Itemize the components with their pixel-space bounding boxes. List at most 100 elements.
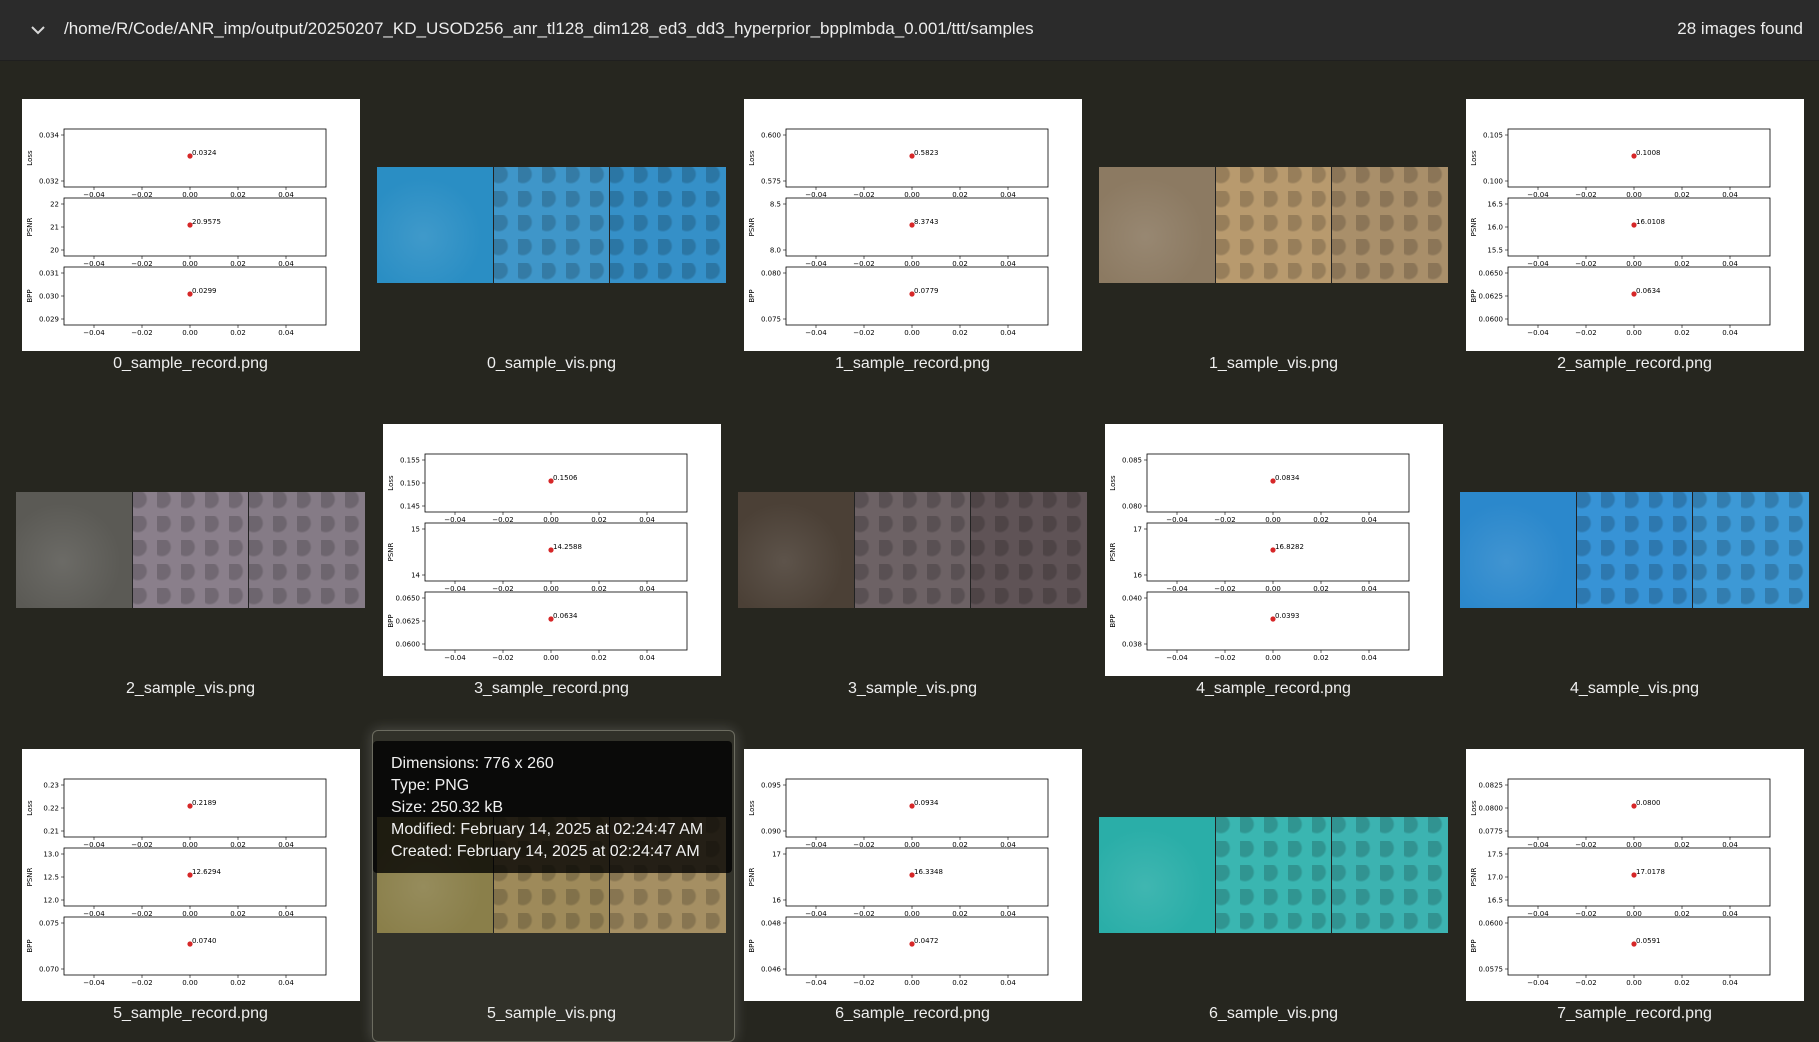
gallery-item[interactable]: 2_sample_vis.png	[10, 398, 371, 698]
axes-frame	[785, 266, 1048, 326]
file-name: 3_sample_record.png	[474, 680, 629, 697]
y-tick-label: 0.0600	[1478, 920, 1503, 928]
axes-frame	[1507, 197, 1770, 257]
x-tick-label: −0.02	[1575, 329, 1596, 337]
gallery-item[interactable]: 3_sample_vis.png	[732, 398, 1093, 698]
y-tick-label: 0.150	[399, 480, 419, 488]
data-label: 0.0472	[914, 937, 939, 945]
tooltip-modified: Modified: February 14, 2025 at 02:24:47 …	[391, 821, 704, 838]
subplot-loss: Loss0.0850.080−0.04 −0.02 0.00 0.02 0.040.08…	[1109, 453, 1409, 524]
gallery-item[interactable]: Loss 0.085 0.080 −0.04 −0.02 0.00 0.02 0.04 0.08…	[1093, 398, 1454, 698]
x-tick-label: −0.02	[1214, 654, 1235, 662]
axes-frame	[1507, 778, 1770, 838]
y-tick-label: 0.22	[43, 805, 59, 813]
x-tick-label: 0.00	[182, 979, 198, 987]
y-tick-label: 8.5	[769, 201, 780, 209]
record-thumbnail: Loss 0.600 0.575 −0.04 −0.02 0.00 0.02 0.04 0.58…	[743, 99, 1082, 351]
y-axis-label: BPP	[1109, 614, 1117, 627]
x-tick-label: 0.04	[1000, 979, 1016, 987]
y-axis-label: Loss	[1470, 150, 1478, 166]
subplot-bpp: BPP 0.0600 0.0575 −0.04 −0.02 0.00 0.02 0.04 0.0…	[1470, 916, 1770, 987]
y-axis-label: PSNR	[26, 867, 34, 886]
gallery-item[interactable]: 1_sample_vis.png	[1093, 73, 1454, 373]
x-tick-label: −0.02	[853, 329, 874, 337]
y-tick-label: 13.0	[43, 851, 59, 859]
y-tick-label: 0.029	[38, 316, 58, 324]
y-tick-label: 0.075	[760, 316, 780, 324]
y-tick-label: 0.600	[760, 132, 780, 140]
x-tick-label: 0.02	[1674, 979, 1690, 987]
y-tick-label: 0.21	[43, 828, 59, 836]
x-tick-label: −0.04	[444, 654, 466, 662]
gallery-item[interactable]: Loss 0.095 0.090 −0.04 −0.02 0.00 0.02 0.04 0.09…	[732, 723, 1093, 1023]
chevron-down-icon[interactable]	[28, 20, 48, 40]
subplot-bpp: BPP 0.080 0.075 −0.04 −0.02 0.00 0.02 0.04 0.077…	[748, 266, 1048, 337]
original-panel	[1460, 492, 1577, 608]
record-chart: Loss 0.105 0.100 −0.04 −0.02 0.00 0.02 0.04 0.10…	[1470, 128, 1770, 337]
x-tick-label: 0.02	[1674, 329, 1690, 337]
enhanced-panel	[610, 167, 727, 283]
gallery-item[interactable]: Loss 0.155 0.150 0.145 −0.04 −0.02 0.00 0.02 0.0…	[371, 398, 732, 698]
y-tick-label: 22	[50, 201, 59, 209]
file-name: 6_sample_record.png	[835, 1005, 990, 1022]
record-chart: Loss 0.600 0.575 −0.04 −0.02 0.00 0.02 0.04 0.58…	[748, 128, 1048, 337]
reconstruction-panel	[854, 492, 972, 608]
y-axis-label: PSNR	[1470, 217, 1478, 236]
gallery-item[interactable]: Loss 0.0825 0.0800 0.0775 −0.04 −0.02 0.00 0.02…	[1454, 723, 1815, 1023]
data-label: 0.0800	[1636, 799, 1661, 807]
record-thumbnail: Loss 0.095 0.090 −0.04 −0.02 0.00 0.02 0.04 0.09…	[743, 749, 1082, 1001]
tooltip-created: Created: February 14, 2025 at 02:24:47 A…	[391, 843, 700, 860]
x-tick-label: −0.02	[131, 329, 152, 337]
axes-frame	[1146, 591, 1409, 651]
gallery-item[interactable]: Loss 0.105 0.100 −0.04 −0.02 0.00 0.02 0.04 0.10…	[1454, 73, 1815, 373]
enhanced-panel	[1332, 167, 1449, 283]
data-label: 0.1506	[553, 474, 578, 482]
record-thumbnail: Loss 0.23 0.22 0.21 −0.04 −0.02 0.00 0.02 0.04 0.…	[21, 749, 360, 1001]
y-tick-label: 17.5	[1487, 851, 1503, 859]
y-tick-label: 0.048	[760, 920, 780, 928]
original-panel	[1099, 167, 1216, 283]
y-tick-label: 0.0625	[1478, 293, 1503, 301]
y-tick-label: 0.0575	[1478, 966, 1503, 974]
y-tick-label: 20	[50, 247, 59, 255]
enhanced-panel	[971, 492, 1088, 608]
y-axis-label: PSNR	[748, 867, 756, 886]
original-panel	[377, 167, 494, 283]
subplot-loss: Loss0.0950.090−0.04 −0.02 0.00 0.02 0.040.09…	[748, 778, 1048, 849]
x-tick-label: 0.02	[1313, 654, 1329, 662]
vis-thumbnail	[1099, 817, 1449, 933]
gallery-item[interactable]: 4_sample_vis.png	[1454, 398, 1815, 698]
y-tick-label: 17	[1133, 526, 1142, 534]
subplot-bpp: BPP 0.0650 0.0625 0.0600 −0.04 −0.02 0.00 0.02 0…	[387, 591, 687, 662]
original-panel	[16, 492, 133, 608]
y-tick-label: 0.0650	[1478, 270, 1503, 278]
gallery-item[interactable]: 6_sample_vis.png	[1093, 723, 1454, 1023]
folder-path: /home/R/Code/ANR_imp/output/20250207_KD_…	[64, 19, 1034, 38]
gallery-item[interactable]: 0_sample_vis.png	[371, 73, 732, 373]
file-name: 0_sample_record.png	[113, 355, 268, 372]
axes-frame	[424, 522, 687, 582]
y-tick-label: 0.031	[38, 270, 58, 278]
y-tick-label: 0.0625	[395, 618, 420, 626]
axes-frame	[424, 453, 687, 513]
y-tick-label: 16.5	[1487, 201, 1503, 209]
x-tick-label: −0.04	[1527, 979, 1549, 987]
x-tick-label: 0.00	[1626, 329, 1642, 337]
record-thumbnail: Loss 0.034 0.032 −0.04 −0.02 0.00 0.02 0.04 0.03…	[21, 99, 360, 351]
x-tick-label: −0.02	[1575, 979, 1596, 987]
y-axis-label: Loss	[387, 475, 395, 491]
image-info-tooltip: Dimensions: 776 x 260 Type: PNG Size: 25…	[373, 741, 732, 873]
tooltip-dimensions: Dimensions: 776 x 260	[391, 755, 554, 772]
x-tick-label: 0.02	[952, 979, 968, 987]
record-chart: Loss 0.155 0.150 0.145 −0.04 −0.02 0.00 0.02 0.0…	[387, 453, 687, 662]
y-tick-label: 0.070	[38, 966, 58, 974]
x-tick-label: 0.04	[1361, 654, 1377, 662]
file-name: 1_sample_vis.png	[1209, 355, 1338, 372]
gallery-item[interactable]: Loss 0.600 0.575 −0.04 −0.02 0.00 0.02 0.04 0.58…	[732, 73, 1093, 373]
gallery-item[interactable]: Loss 0.23 0.22 0.21 −0.04 −0.02 0.00 0.02 0.04 0.…	[10, 723, 371, 1023]
tooltip-type: Type: PNG	[391, 777, 470, 794]
reconstruction-panel	[1215, 817, 1333, 933]
gallery-item[interactable]: Loss 0.034 0.032 −0.04 −0.02 0.00 0.02 0.04 0.03…	[10, 73, 371, 373]
axes-frame	[1507, 128, 1770, 188]
y-axis-label: BPP	[1470, 939, 1478, 952]
